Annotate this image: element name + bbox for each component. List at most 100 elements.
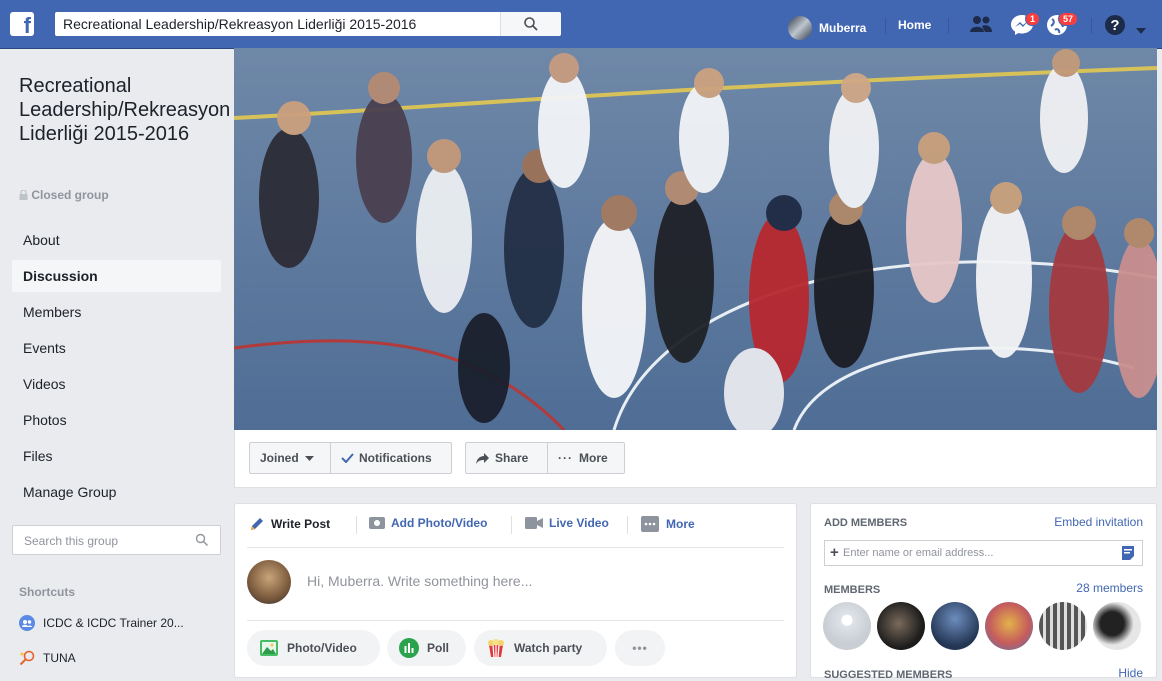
add-member-input[interactable]: + Enter name or email address... — [824, 540, 1143, 566]
tab-label: Add Photo/Video — [391, 516, 488, 530]
input-placeholder: Enter name or email address... — [843, 547, 994, 559]
post-composer: Write Post Add Photo/Video Live Video Mo… — [234, 503, 797, 678]
shortcut-tuna[interactable]: TUNA — [19, 650, 76, 666]
help-icon[interactable]: ? — [1104, 14, 1126, 41]
group-privacy-label: Closed group — [19, 188, 109, 202]
svg-text:?: ? — [1110, 17, 1119, 34]
shortcut-label: TUNA — [43, 651, 76, 665]
composer-text-input[interactable]: Hi, Muberra. Write something here... — [307, 573, 532, 589]
watch-party-button[interactable]: Watch party — [474, 630, 607, 666]
divider — [948, 18, 949, 34]
account-menu-chevron-down-icon[interactable] — [1136, 21, 1146, 39]
home-link[interactable]: Home — [898, 18, 931, 32]
poll-icon — [399, 638, 419, 658]
nav-item-about[interactable]: About — [12, 224, 221, 256]
global-search-input[interactable]: Recreational Leadership/Rekreasyon Lider… — [55, 12, 505, 36]
profile-link[interactable]: Muberra — [788, 16, 866, 40]
group-action-bar: Joined Notifications Share ··· More — [234, 430, 1157, 488]
notifications-label: Notifications — [359, 451, 432, 465]
avatar[interactable] — [985, 602, 1033, 650]
cover-photo-image — [234, 48, 1157, 430]
caret-down-icon — [304, 455, 314, 461]
shortcuts-heading: Shortcuts — [19, 585, 76, 599]
more-dots-icon: ••• — [632, 641, 648, 655]
avatar[interactable] — [1093, 602, 1141, 650]
search-icon — [195, 533, 209, 547]
member-avatars — [823, 602, 1147, 650]
pill-label: Poll — [427, 641, 450, 655]
friend-requests-icon[interactable] — [968, 14, 994, 39]
more-icon — [641, 516, 659, 532]
pencil-icon — [251, 518, 263, 530]
cover-photo[interactable] — [234, 48, 1157, 430]
tab-label: Write Post — [271, 517, 331, 531]
group-icon — [19, 615, 35, 631]
nav-item-members[interactable]: Members — [12, 296, 221, 328]
joined-button[interactable]: Joined — [249, 442, 331, 474]
avatar[interactable] — [931, 602, 979, 650]
tab-add-photo-video[interactable]: Add Photo/Video — [369, 516, 487, 530]
add-members-heading: ADD MEMBERS — [824, 517, 908, 529]
avatar[interactable] — [823, 602, 871, 650]
divider — [1091, 18, 1092, 34]
tennis-racket-icon — [19, 650, 35, 666]
notifications-badge: 57 — [1058, 12, 1079, 26]
more-options-button[interactable]: ••• — [615, 630, 665, 666]
avatar[interactable] — [247, 560, 291, 604]
tab-more[interactable]: More — [641, 516, 695, 532]
tab-live-video[interactable]: Live Video — [525, 516, 609, 530]
share-label: Share — [495, 451, 529, 465]
checkmark-icon — [341, 453, 354, 463]
joined-label: Joined — [260, 451, 299, 465]
shortcut-label: ICDC & ICDC Trainer 20... — [43, 616, 184, 630]
lock-icon — [19, 189, 28, 200]
facebook-logo-icon[interactable]: f — [10, 12, 34, 37]
divider — [247, 547, 784, 548]
more-label: More — [579, 451, 608, 465]
divider — [885, 18, 886, 34]
hide-suggested-link[interactable]: Hide — [1118, 666, 1143, 680]
group-search-input[interactable]: Search this group — [12, 525, 221, 555]
members-count-link[interactable]: 28 members — [1076, 581, 1143, 595]
divider — [356, 516, 357, 534]
divider — [627, 516, 628, 534]
more-button[interactable]: ··· More — [547, 442, 625, 474]
suggested-members-heading: SUGGESTED MEMBERS — [824, 669, 953, 681]
more-dots-icon: ··· — [558, 451, 573, 465]
avatar[interactable] — [1039, 602, 1087, 650]
share-button[interactable]: Share — [465, 442, 548, 474]
plus-icon: + — [830, 544, 839, 561]
top-navigation-bar: f Recreational Leadership/Rekreasyon Lid… — [0, 0, 1162, 49]
divider — [247, 620, 784, 621]
avatar — [788, 16, 812, 40]
divider — [511, 516, 512, 534]
tab-label: Live Video — [549, 516, 609, 530]
photo-video-button[interactable]: Photo/Video — [247, 630, 380, 666]
nav-item-videos[interactable]: Videos — [12, 368, 221, 400]
nav-item-discussion[interactable]: Discussion — [12, 260, 221, 292]
tab-label: More — [666, 517, 695, 531]
nav-item-manage-group[interactable]: Manage Group — [12, 476, 221, 508]
avatar[interactable] — [877, 602, 925, 650]
user-name: Muberra — [819, 21, 867, 35]
poll-button[interactable]: Poll — [387, 630, 466, 666]
search-query-text: Recreational Leadership/Rekreasyon Lider… — [63, 16, 417, 32]
nav-item-photos[interactable]: Photos — [12, 404, 221, 436]
tab-write-post[interactable]: Write Post — [249, 516, 330, 532]
video-camera-icon — [525, 517, 543, 529]
pill-label: Watch party — [514, 641, 583, 655]
notifications-button[interactable]: Notifications — [330, 442, 452, 474]
messages-badge: 1 — [1025, 12, 1041, 26]
contact-card-icon — [1122, 546, 1134, 560]
nav-item-events[interactable]: Events — [12, 332, 221, 364]
embed-invitation-link[interactable]: Embed invitation — [1054, 515, 1143, 529]
nav-item-files[interactable]: Files — [12, 440, 221, 472]
privacy-text: Closed group — [31, 188, 109, 202]
photo-icon — [260, 640, 278, 656]
members-heading: MEMBERS — [824, 584, 881, 596]
search-placeholder: Search this group — [24, 534, 119, 548]
search-button[interactable] — [500, 12, 561, 36]
group-title[interactable]: Recreational Leadership/Rekreasyon Lider… — [19, 74, 230, 146]
shortcut-icdc[interactable]: ICDC & ICDC Trainer 20... — [19, 615, 184, 631]
pill-label: Photo/Video — [287, 641, 357, 655]
